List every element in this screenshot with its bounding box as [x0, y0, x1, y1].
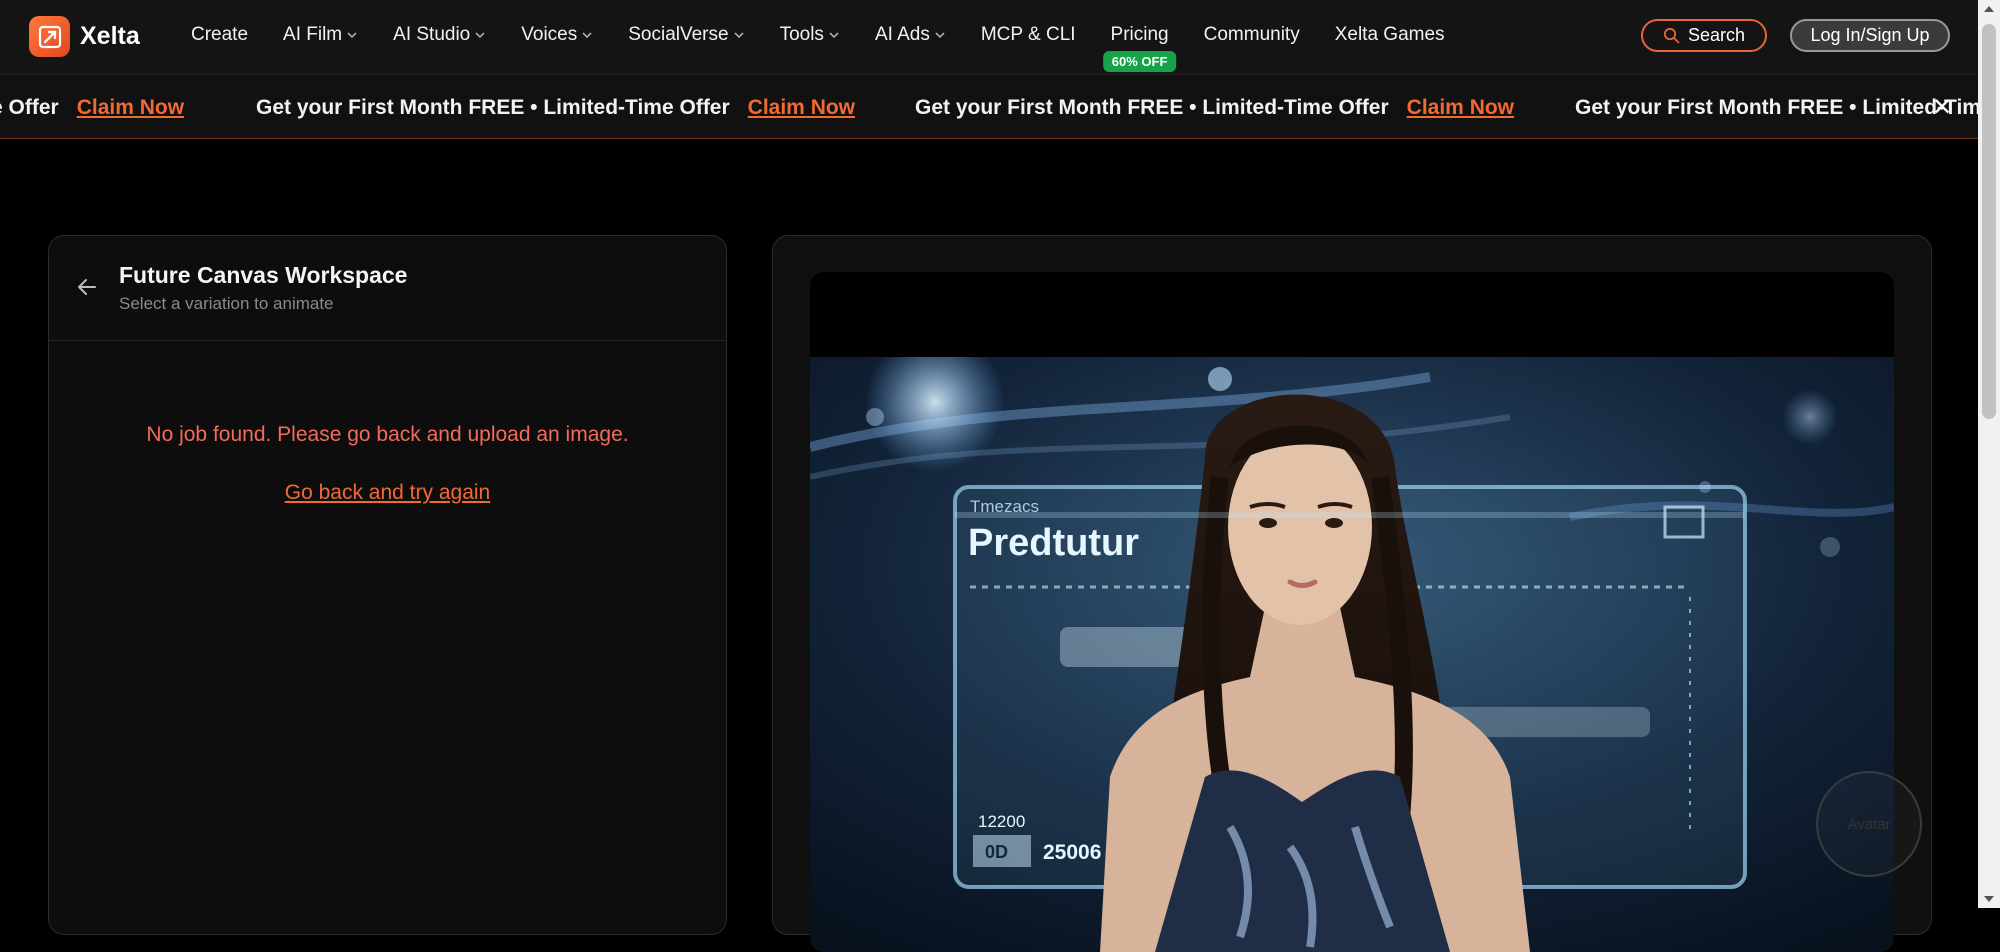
claim-now-link[interactable]: Claim Now	[1407, 96, 1514, 119]
promo-text: Get your First Month FREE • Limited-Time…	[256, 96, 730, 119]
promo-banner: e Offer Claim Now Get your First Month FR…	[0, 75, 1978, 139]
close-icon[interactable]: ✕	[1932, 93, 1952, 122]
search-button[interactable]: Search	[1641, 19, 1767, 52]
promo-text: Get your First Month FREE • Limited-Time	[1575, 96, 1978, 119]
fab-label: Avatar	[1847, 815, 1891, 833]
portrait-hologram-image: Tmezacs Predtutur 12200 0D 25006	[810, 357, 1894, 952]
chevron-down-icon	[347, 32, 357, 39]
nav-item-community[interactable]: Community	[1204, 24, 1300, 46]
nav-item-create[interactable]: Create	[191, 24, 248, 46]
nav-item-ai-ads[interactable]: AI Ads	[875, 24, 946, 46]
nav-label: Xelta Games	[1334, 24, 1445, 45]
page-scrollbar[interactable]	[1978, 0, 2000, 908]
nav-label: AI Studio	[393, 24, 471, 45]
nav-label: AI Film	[283, 24, 343, 45]
claim-now-link[interactable]: Claim Now	[77, 96, 184, 119]
main-menu: Create AI Film AI Studio Voices SocialVe…	[191, 0, 1480, 72]
scroll-up-arrow-icon[interactable]	[1984, 6, 1994, 12]
nav-label: AI Ads	[874, 24, 930, 45]
workspace-panel: Future Canvas Workspace Select a variati…	[48, 235, 727, 935]
page-subtitle: Select a variation to animate	[119, 294, 334, 313]
promo-segment: Get your First Month FREE • Limited-Time	[1575, 96, 1978, 120]
promo-segment: Get your First Month FREE • Limited-Time…	[915, 96, 1514, 120]
nav-label: Pricing	[1110, 24, 1169, 45]
promo-text: Get your First Month FREE • Limited-Time…	[915, 96, 1389, 119]
top-navigation: Xelta Create AI Film AI Studio Voices So…	[0, 0, 1978, 75]
avatar-floating-button[interactable]: Avatar	[1816, 771, 1922, 877]
login-label: Log In/Sign Up	[1810, 25, 1930, 45]
nav-item-pricing[interactable]: Pricing 60% OFF	[1102, 24, 1177, 72]
back-arrow-icon[interactable]	[75, 275, 99, 299]
nav-label: MCP & CLI	[980, 24, 1076, 45]
brand[interactable]: Xelta	[29, 16, 140, 57]
claim-now-link[interactable]: Claim Now	[748, 96, 855, 119]
nav-item-ai-studio[interactable]: AI Studio	[393, 24, 486, 46]
nav-item-mcp-cli[interactable]: MCP & CLI	[981, 24, 1076, 46]
brand-name: Xelta	[80, 22, 140, 50]
hud-code: 12200	[978, 812, 1025, 831]
hud-value: 25006	[1043, 841, 1101, 864]
nav-item-xelta-games[interactable]: Xelta Games	[1335, 24, 1445, 46]
search-label: Search	[1687, 25, 1746, 45]
search-icon	[1663, 27, 1680, 44]
promo-text: e Offer	[0, 96, 59, 119]
login-signup-button[interactable]: Log In/Sign Up	[1790, 19, 1950, 52]
nav-label: Create	[191, 24, 249, 45]
nav-item-socialverse[interactable]: SocialVerse	[628, 24, 744, 46]
hud-box-label: 0D	[985, 842, 1008, 862]
chevron-down-icon	[734, 32, 744, 39]
hud-title: Predtutur	[968, 522, 1139, 564]
nav-label: Community	[1203, 24, 1300, 45]
nav-item-tools[interactable]: Tools	[780, 24, 840, 46]
workspace-header: Future Canvas Workspace Select a variati…	[49, 236, 726, 341]
nav-item-voices[interactable]: Voices	[521, 24, 593, 46]
promo-segment: Get your First Month FREE • Limited-Time…	[256, 96, 855, 120]
promo-segment: e Offer Claim Now	[0, 96, 184, 120]
error-message: No job found. Please go back and upload …	[146, 423, 629, 446]
chevron-down-icon	[829, 32, 839, 39]
go-back-link[interactable]: Go back and try again	[49, 481, 726, 505]
nav-label: SocialVerse	[628, 24, 729, 45]
scroll-down-arrow-icon[interactable]	[1984, 896, 1994, 902]
scrollbar-thumb[interactable]	[1982, 24, 1996, 419]
page-title: Future Canvas Workspace	[119, 262, 408, 288]
discount-badge: 60% OFF	[1102, 51, 1177, 72]
nav-label: Tools	[779, 24, 824, 45]
nav-label: Voices	[521, 24, 578, 45]
chevron-down-icon	[582, 32, 592, 39]
chevron-down-icon	[935, 32, 945, 39]
preview-frame: Tmezacs Predtutur 12200 0D 25006	[810, 272, 1894, 952]
xelta-logo-icon	[29, 16, 70, 57]
preview-panel: Tmezacs Predtutur 12200 0D 25006	[772, 235, 1932, 952]
nav-item-ai-film[interactable]: AI Film	[283, 24, 358, 46]
chevron-down-icon	[475, 32, 485, 39]
